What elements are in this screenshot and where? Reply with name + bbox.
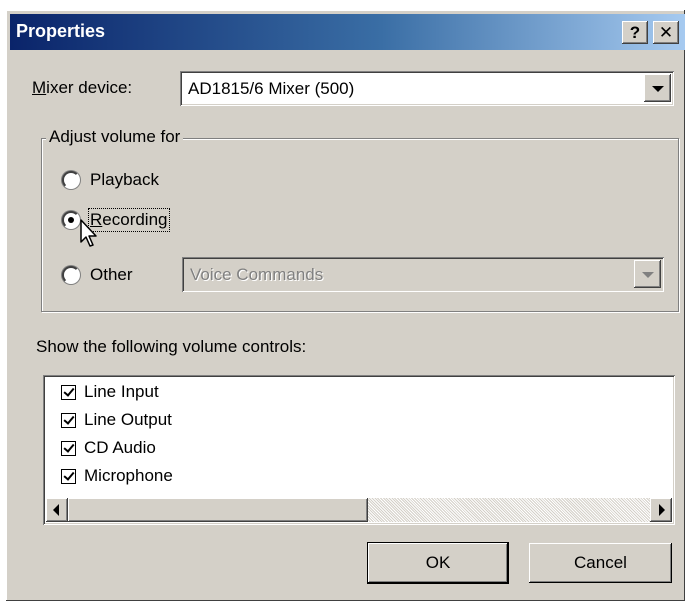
help-button[interactable]: ? [622, 21, 648, 44]
radio-other[interactable]: Other [62, 265, 133, 285]
volume-controls-list[interactable]: Line Input Line Output CD Audio Micropho… [43, 375, 675, 525]
other-control-value: Voice Commands [190, 265, 324, 284]
scrollbar-thumb[interactable] [68, 498, 368, 522]
line-output-checkbox[interactable] [61, 412, 76, 428]
chevron-down-icon [652, 86, 664, 92]
radio-playback-label: Playback [90, 170, 159, 189]
ok-button[interactable]: OK [368, 543, 508, 583]
mixer-device-label-text: ixer device: [46, 78, 133, 97]
mixer-device-dropdown-button[interactable] [644, 74, 671, 102]
radio-other-label: Other [90, 265, 133, 284]
mixer-device-select[interactable]: AD1815/6 Mixer (500) [180, 71, 674, 106]
line-output-label: Line Output [84, 410, 172, 429]
radio-playback-indicator[interactable] [62, 171, 80, 189]
arrow-right-icon [659, 504, 665, 516]
list-item[interactable]: Line Input [61, 382, 159, 402]
line-input-checkbox[interactable] [61, 384, 76, 400]
properties-dialog: Properties ? ✕ Mixer device: AD1815/6 Mi… [6, 10, 685, 601]
mixer-device-label: Mixer device: [32, 78, 132, 98]
radio-playback[interactable]: Playback [62, 170, 159, 190]
microphone-checkbox[interactable] [61, 468, 76, 484]
mixer-device-accel: M [32, 78, 47, 97]
radio-other-indicator[interactable] [62, 266, 80, 284]
cancel-button[interactable]: Cancel [529, 543, 672, 583]
volume-controls-label: Show the following volume controls: [36, 337, 307, 356]
line-input-label: Line Input [84, 382, 159, 401]
scroll-left-button[interactable] [46, 498, 68, 522]
radio-recording-indicator[interactable] [62, 211, 80, 229]
arrow-left-icon [53, 504, 59, 516]
radio-recording-label-text: ecording [102, 210, 168, 229]
mixer-device-value: AD1815/6 Mixer (500) [188, 79, 355, 98]
title-bar[interactable]: Properties ? ✕ [10, 14, 685, 50]
horizontal-scrollbar[interactable] [46, 498, 672, 522]
microphone-label: Microphone [84, 466, 173, 485]
cd-audio-checkbox[interactable] [61, 440, 76, 456]
window-title: Properties [16, 21, 106, 41]
list-item[interactable]: Microphone [61, 466, 173, 486]
mouse-pointer-icon [80, 219, 97, 247]
close-button[interactable]: ✕ [653, 21, 679, 44]
scroll-right-button[interactable] [650, 498, 672, 522]
radio-recording-label: Recording [88, 208, 170, 232]
radio-recording[interactable]: Recording [62, 208, 170, 232]
other-control-dropdown-button [634, 260, 661, 288]
list-item[interactable]: Line Output [61, 410, 172, 430]
other-control-select: Voice Commands [182, 257, 664, 292]
adjust-volume-group-title: Adjust volume for [46, 127, 184, 147]
cd-audio-label: CD Audio [84, 438, 156, 457]
chevron-down-icon [642, 272, 654, 278]
list-item[interactable]: CD Audio [61, 438, 156, 458]
